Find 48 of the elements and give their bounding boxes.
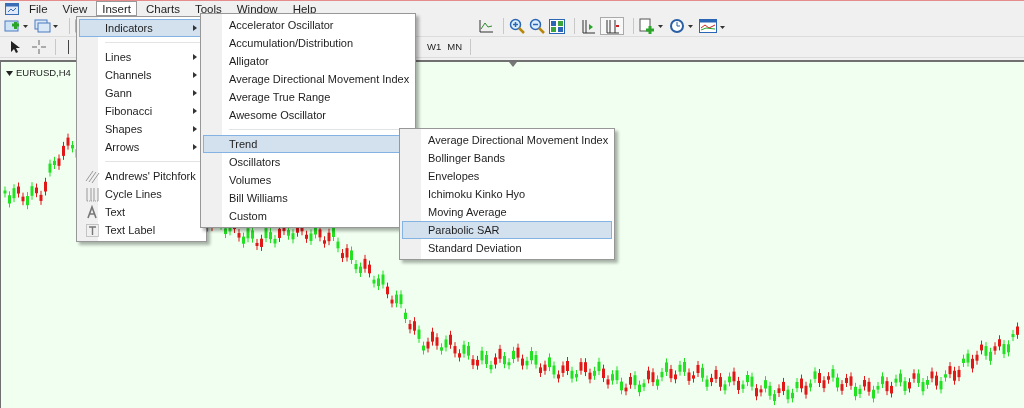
menu-item[interactable]: Alligator: [203, 52, 413, 70]
menu-item[interactable]: Ichimoku Kinko Hyo: [402, 185, 612, 203]
menu-item[interactable]: Average True Range: [203, 88, 413, 106]
menu-bar-item[interactable]: File: [23, 1, 54, 16]
periods-button[interactable]: [669, 17, 695, 35]
menu-item[interactable]: Channels: [79, 66, 204, 84]
menu-bar-item[interactable]: Help: [286, 1, 323, 16]
collapse-icon[interactable]: [6, 70, 13, 76]
menu-item[interactable]: Awesome Oscillator: [203, 106, 413, 124]
menu-item[interactable]: Fibonacci: [79, 102, 204, 120]
menu-item[interactable]: Cycle Lines: [79, 185, 204, 203]
menu-item[interactable]: Average Directional Movement Index: [203, 70, 413, 88]
text-tool-icon: [84, 204, 100, 220]
menu-bar-item[interactable]: Charts: [140, 1, 186, 16]
timeframe-button[interactable]: MN: [444, 39, 466, 55]
menu-bar-item[interactable]: Tools: [188, 1, 228, 16]
zoom-in-icon[interactable]: [509, 17, 525, 35]
pitchfork-icon: [84, 168, 100, 184]
cycle-lines-icon: [84, 186, 100, 202]
tile-windows-icon[interactable]: [549, 17, 565, 35]
menu-item[interactable]: Moving Average: [402, 203, 612, 221]
menu-item[interactable]: Lines: [79, 48, 204, 66]
menu-item[interactable]: Text: [79, 203, 204, 221]
chart-shift-icon[interactable]: [600, 17, 624, 35]
profiles-button[interactable]: [34, 17, 60, 35]
cursor-icon[interactable]: [10, 38, 20, 56]
menu-item[interactable]: Standard Deviation: [402, 239, 612, 257]
menu-item[interactable]: Accelerator Oscillator: [203, 16, 413, 34]
app-icon: [5, 2, 19, 15]
menu-bar-item[interactable]: Insert: [96, 1, 137, 16]
timeframe-button[interactable]: W1: [424, 39, 445, 55]
line-chart-button[interactable]: [478, 17, 494, 35]
menu-item[interactable]: Accumulation/Distribution: [203, 34, 413, 52]
menu-item[interactable]: Envelopes: [402, 167, 612, 185]
vertical-line-icon[interactable]: [67, 38, 70, 56]
text-label-icon: [84, 222, 100, 238]
menu-bar-item[interactable]: View: [56, 1, 94, 16]
menu-item[interactable]: Parabolic SAR: [402, 221, 612, 239]
menu-item[interactable]: Text Label: [79, 221, 204, 239]
menu-item[interactable]: Andrews' Pitchfork: [79, 167, 204, 185]
menu-item[interactable]: Arrows: [79, 138, 204, 156]
add-indicator-button[interactable]: [639, 17, 665, 35]
templates-button[interactable]: [699, 17, 727, 35]
menu-item[interactable]: Shapes: [79, 120, 204, 138]
auto-scroll-icon[interactable]: [580, 17, 596, 35]
chart-title: EURUSD,H4: [16, 66, 71, 80]
menu-item[interactable]: Gann: [79, 84, 204, 102]
zoom-out-icon[interactable]: [529, 17, 545, 35]
